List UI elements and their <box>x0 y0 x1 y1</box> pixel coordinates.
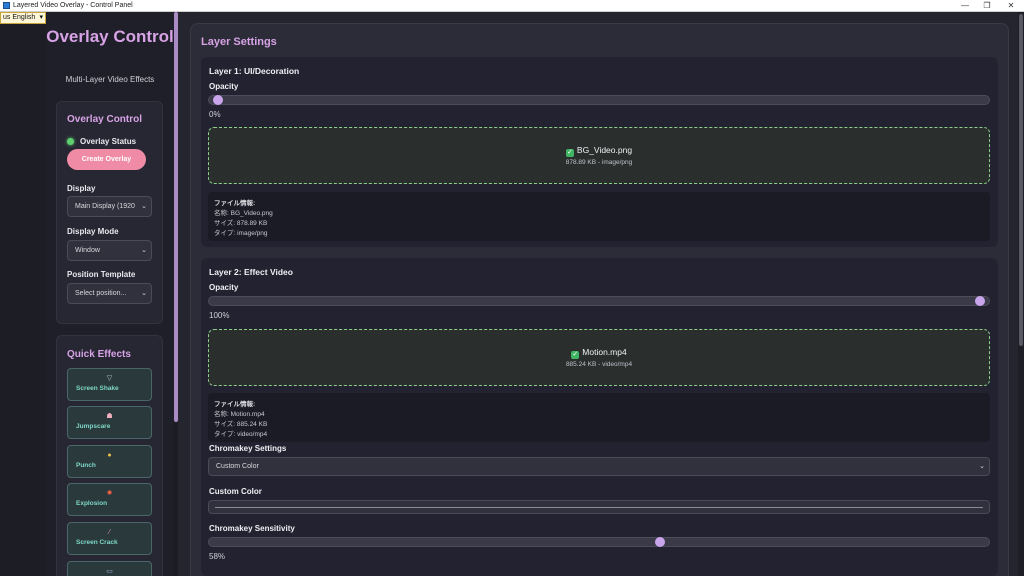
chevron-down-icon: ⌄ <box>141 203 147 210</box>
layer-2-file-name: Motion.mp4 <box>582 347 627 357</box>
file-info-size: サイズ: 885.24 KB <box>214 421 268 428</box>
effect-button-screen-crack[interactable]: ⁄ Screen Crack <box>67 522 152 555</box>
overlay-control-panel: Overlay Control Overlay Status Create Ov… <box>56 101 163 324</box>
left-gutter <box>0 24 46 576</box>
check-icon: ✓ <box>565 149 574 157</box>
layer-2-opacity-value: 100% <box>209 311 230 320</box>
layer-1-opacity-slider[interactable] <box>208 95 990 105</box>
maximize-button[interactable]: ❐ <box>976 0 998 11</box>
status-indicator-icon <box>67 138 74 145</box>
chromakey-mode-value: Custom Color <box>216 463 259 470</box>
tornado-icon: ▽ <box>106 375 113 382</box>
brand-title: Overlay Control <box>46 27 174 46</box>
sidebar: Overlay Control Multi-Layer Video Effect… <box>46 12 174 576</box>
effect-label: Jumpscare <box>76 423 111 430</box>
quick-effects-panel: Quick Effects ▽ Screen Shake ☗ Jumpscare… <box>56 335 163 576</box>
overlay-status-label: Overlay Status <box>80 137 137 146</box>
color-swatch <box>215 507 983 508</box>
custom-color-picker[interactable] <box>208 500 990 514</box>
effect-label: Screen Crack <box>76 539 118 546</box>
display-mode-label: Display Mode <box>67 227 119 236</box>
dropzone-file-row: ✓ BG_Video.png <box>209 145 989 157</box>
layer-1-title: Layer 1: UI/Decoration <box>209 66 300 76</box>
slider-knob[interactable] <box>213 95 223 105</box>
effect-button-jumpscare[interactable]: ☗ Jumpscare <box>67 406 152 439</box>
slider-knob[interactable] <box>975 296 985 306</box>
layer-1-opacity-value: 0% <box>209 110 221 119</box>
quick-effects-title: Quick Effects <box>67 349 131 360</box>
position-template-value: Select position... <box>75 290 127 297</box>
file-info-header: ファイル情報: <box>214 200 256 207</box>
check-icon: ✓ <box>571 351 580 359</box>
display-mode-value: Window <box>75 247 100 254</box>
position-template-select[interactable]: Select position... ⌄ <box>67 283 152 304</box>
crack-icon: ⁄ <box>108 529 111 536</box>
chromakey-sensitivity-slider[interactable] <box>208 537 990 547</box>
display-mode-select[interactable]: Window ⌄ <box>67 240 152 261</box>
layer-2-title: Layer 2: Effect Video <box>209 267 293 277</box>
chevron-down-icon: ▾ <box>39 14 43 21</box>
main-scrollbar-thumb[interactable] <box>1019 14 1023 346</box>
slider-knob[interactable] <box>654 537 665 547</box>
custom-color-label: Custom Color <box>209 487 262 496</box>
file-info-name: 名称: BG_Video.png <box>214 210 273 217</box>
layer-1-file-name: BG_Video.png <box>576 145 633 155</box>
effect-label: Punch <box>76 462 96 469</box>
language-value: us English <box>3 14 36 21</box>
chromakey-sensitivity-label: Chromakey Sensitivity <box>209 524 295 533</box>
chevron-down-icon: ⌄ <box>141 247 147 254</box>
app-icon <box>3 2 10 9</box>
layer-settings-title: Layer Settings <box>201 36 277 48</box>
close-button[interactable]: ✕ <box>1000 0 1022 11</box>
language-select[interactable]: us English ▾ <box>0 12 46 24</box>
chromakey-settings-label: Chromakey Settings <box>209 444 287 453</box>
file-info-header: ファイル情報: <box>214 401 256 408</box>
layer-2-opacity-label: Opacity <box>209 283 239 292</box>
layer-1-section: Layer 1: UI/Decoration Opacity 0% ✓ BG_Vi… <box>201 57 998 247</box>
ghost-icon: ☗ <box>106 413 113 420</box>
window-title: Layered Video Overlay - Control Panel <box>13 2 133 9</box>
dropzone-file-row: ✓ Motion.mp4 <box>209 347 989 359</box>
effect-label: Explosion <box>76 500 108 507</box>
layer-2-file-meta: 885.24 KB - video/mp4 <box>565 361 633 368</box>
window-title-bar: Layered Video Overlay - Control Panel — … <box>0 0 1024 12</box>
minimize-button[interactable]: — <box>954 0 976 11</box>
fist-icon: ● <box>107 452 112 459</box>
display-select[interactable]: Main Display (1920 ⌄ <box>67 196 152 217</box>
chromakey-sensitivity-value: 58% <box>209 552 226 561</box>
file-info-type: タイプ: video/mp4 <box>214 431 268 438</box>
explosion-icon: ✹ <box>106 490 113 497</box>
layer-1-file-info: ファイル情報: 名称: BG_Video.png サイズ: 878.89 KB … <box>208 192 990 241</box>
file-info-name: 名称: Motion.mp4 <box>214 411 265 418</box>
layer-2-section: Layer 2: Effect Video Opacity 100% ✓ Moti… <box>201 258 998 576</box>
effect-button-screen-shake[interactable]: ▽ Screen Shake <box>67 368 152 401</box>
create-overlay-button[interactable]: Create Overlay <box>67 149 146 170</box>
position-template-label: Position Template <box>67 270 136 279</box>
effect-label: Screen Shake <box>76 385 119 392</box>
brand-subtitle: Multi-Layer Video Effects <box>65 75 155 84</box>
layer-2-opacity-slider[interactable] <box>208 296 990 306</box>
effect-button-explosion[interactable]: ✹ Explosion <box>67 483 152 516</box>
layer-1-opacity-label: Opacity <box>209 82 239 91</box>
display-label: Display <box>67 184 96 193</box>
layer-1-file-dropzone[interactable]: ✓ BG_Video.png 878.89 KB - image/png <box>208 127 990 184</box>
overlay-control-title: Overlay Control <box>67 114 143 125</box>
effect-button-more[interactable]: ▭ <box>67 561 152 576</box>
layer-1-file-meta: 878.89 KB - image/png <box>565 159 633 166</box>
file-info-type: タイプ: image/png <box>214 230 268 237</box>
layer-2-file-dropzone[interactable]: ✓ Motion.mp4 885.24 KB - video/mp4 <box>208 329 990 386</box>
effect-icon: ▭ <box>106 568 113 575</box>
file-info-size: サイズ: 878.89 KB <box>214 220 268 227</box>
layer-2-file-info: ファイル情報: 名称: Motion.mp4 サイズ: 885.24 KB タイ… <box>208 393 990 442</box>
effect-button-punch[interactable]: ● Punch <box>67 445 152 478</box>
chevron-down-icon: ⌄ <box>141 290 147 297</box>
chromakey-mode-select[interactable]: Custom Color ⌄ <box>208 457 990 476</box>
display-select-value: Main Display (1920 <box>75 203 135 210</box>
chevron-down-icon: ⌄ <box>979 463 985 470</box>
